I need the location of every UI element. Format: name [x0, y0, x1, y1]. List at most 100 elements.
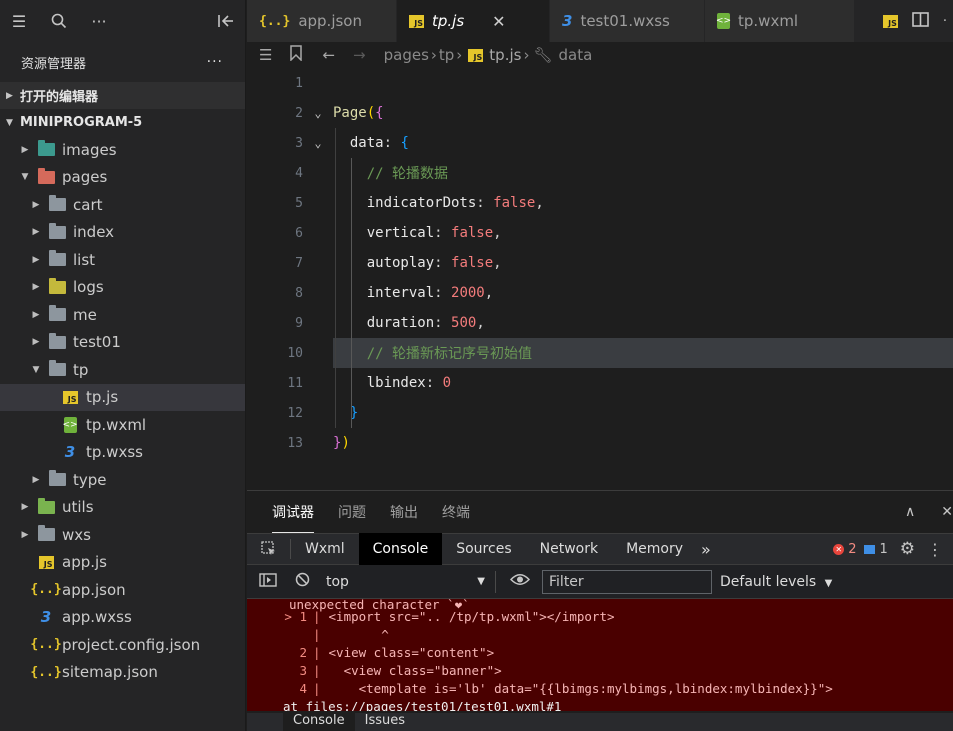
tree-item-type[interactable]: ▶ type [0, 466, 245, 494]
chevron-right-icon: ▶ [32, 254, 40, 265]
explorer-more-icon[interactable]: ··· [207, 54, 223, 70]
code-line[interactable]: 4 // 轮播数据 [247, 158, 953, 188]
line-number: 8 [295, 285, 303, 301]
close-panel-icon[interactable]: ✕ [941, 504, 953, 520]
line-number: 13 [287, 435, 303, 451]
line-number: 1 [295, 75, 303, 91]
tab-test01-wxss[interactable]: 3 test01.wxss [550, 0, 705, 42]
devtools-tab-wxml[interactable]: Wxml [291, 533, 359, 565]
folder-open-icon [48, 360, 66, 377]
tree-item-tp-wxml[interactable]: <> tp.wxml [0, 411, 245, 439]
breadcrumb-symbol[interactable]: data [559, 46, 593, 64]
breadcrumb-file[interactable]: tp.js [489, 46, 521, 64]
js-file-icon[interactable]: JS [882, 14, 898, 28]
code-line[interactable]: 6 vertical: false, [247, 218, 953, 248]
tree-item-app-wxss[interactable]: 3 app.wxss [0, 604, 245, 632]
tree-item-tp-js[interactable]: JS tp.js [0, 383, 245, 411]
tree-item-utils[interactable]: ▶ utils [0, 494, 245, 522]
drawer-tab-issues[interactable]: Issues [355, 713, 415, 731]
tree-item-test01[interactable]: ▶ test01 [0, 329, 245, 357]
tree-item-label: utils [62, 498, 94, 517]
devtools-tab-console[interactable]: Console [358, 533, 443, 565]
devtools-tab-memory[interactable]: Memory [612, 533, 697, 565]
chevron-up-icon[interactable]: ∧ [905, 504, 915, 520]
tree-item-index[interactable]: ▶ index [0, 219, 245, 247]
tab-label: test01.wxss [580, 12, 670, 30]
tree-item-project-config-json[interactable]: {..} project.config.json [0, 631, 245, 659]
kebab-menu-icon[interactable]: ⋮ [927, 540, 943, 559]
log-levels-select[interactable]: Default levels ▼ [720, 574, 832, 590]
code-line[interactable]: 11 lbindex: 0 [247, 368, 953, 398]
menu-icon[interactable]: ☰ [8, 10, 30, 32]
panel-tab-problems[interactable]: 问题 [338, 491, 366, 533]
breadcrumb-part-1[interactable]: tp [439, 46, 454, 64]
tree-item-pages[interactable]: ▼ pages [0, 164, 245, 192]
code-line[interactable]: 1 [247, 68, 953, 98]
console-output[interactable]: unexpected character `❤` > 1 | <import src=… [247, 599, 953, 711]
tree-item-logs[interactable]: ▶ logs [0, 274, 245, 302]
tree-item-images[interactable]: ▶ images [0, 136, 245, 164]
code-line[interactable]: 13}) [247, 428, 953, 458]
code-line[interactable]: 5 indicatorDots: false, [247, 188, 953, 218]
tree-item-app-js[interactable]: JS app.js [0, 549, 245, 577]
wxss-file-icon: 3 [40, 608, 52, 627]
back-arrow-icon[interactable]: ← [322, 46, 335, 64]
search-icon[interactable] [48, 10, 70, 32]
tree-item-tp[interactable]: ▼ tp [0, 356, 245, 384]
error-count-badge[interactable]: ✕ 2 1 [833, 542, 888, 557]
tree-item-wxs[interactable]: ▶ wxs [0, 521, 245, 549]
tab-app-json[interactable]: {..} app.json [247, 0, 397, 42]
tab-tp-wxml[interactable]: <> tp.wxml [705, 0, 855, 42]
drawer-tab-console[interactable]: Console [283, 713, 355, 731]
open-editors-section[interactable]: ▶ 打开的编辑器 [0, 82, 245, 109]
breadcrumb: ☰ ← → pages › tp › JS tp.js › 🔧︎ data [247, 42, 953, 68]
bookmark-icon[interactable] [290, 45, 303, 65]
code-text: }) [333, 435, 350, 451]
list-icon[interactable]: ☰ [259, 46, 272, 64]
code-editor[interactable]: 1 2 ⌄ Page({3 ⌄ data: {4 // 轮播数据 5 indicatorD… [247, 68, 953, 488]
breadcrumb-part-0[interactable]: pages [384, 46, 429, 64]
tree-item-me[interactable]: ▶ me [0, 301, 245, 329]
line-number: 6 [295, 225, 303, 241]
tree-item-app-json[interactable]: {..} app.json [0, 576, 245, 604]
gear-icon[interactable]: ⚙ [900, 539, 915, 559]
devtools-tab-network[interactable]: Network [526, 533, 612, 565]
more-actions-icon[interactable]: · [943, 14, 947, 29]
code-line[interactable]: 10 // 轮播新标记序号初始值 [247, 338, 953, 368]
tree-item-cart[interactable]: ▶ cart [0, 191, 245, 219]
folder-logs-icon [48, 277, 66, 294]
tree-icon-wrap [47, 222, 67, 241]
code-line[interactable]: 12 } [247, 398, 953, 428]
more-icon[interactable]: ··· [88, 10, 110, 32]
more-tabs-icon[interactable]: » [697, 533, 715, 565]
panel-tab-output[interactable]: 输出 [390, 491, 418, 533]
filter-input[interactable] [542, 569, 712, 594]
code-line[interactable]: 7 autoplay: false, [247, 248, 953, 278]
code-line[interactable]: 3 ⌄ data: { [247, 128, 953, 158]
panel-tab-debugger[interactable]: 调试器 [272, 491, 314, 533]
code-line[interactable]: 9 duration: 500, [247, 308, 953, 338]
close-tab-icon[interactable]: ✕ [492, 12, 505, 31]
project-section[interactable]: ▼ MINIPROGRAM-5 [0, 109, 245, 136]
context-select[interactable]: top ▼ [326, 570, 496, 593]
eye-icon[interactable] [509, 573, 531, 590]
split-editor-icon[interactable] [912, 11, 929, 31]
forward-arrow-icon[interactable]: → [353, 46, 366, 64]
fold-chevron-icon[interactable]: ⌄ [303, 106, 333, 120]
inspect-element-icon[interactable] [247, 539, 291, 559]
breadcrumb-sep-icon: › [430, 46, 437, 64]
sidebar-toggle-icon[interactable] [259, 572, 277, 591]
panel-tab-terminal[interactable]: 终端 [442, 491, 470, 533]
chevron-right-icon: ▶ [32, 309, 40, 320]
clear-console-icon[interactable] [295, 572, 310, 591]
code-line[interactable]: 8 interval: 2000, [247, 278, 953, 308]
tree-item-tp-wxss[interactable]: 3 tp.wxss [0, 439, 245, 467]
tree-item-sitemap-json[interactable]: {..} sitemap.json [0, 659, 245, 687]
tree-item-list[interactable]: ▶ list [0, 246, 245, 274]
tab-tp-js[interactable]: JS tp.js ✕ [397, 0, 550, 42]
code-line[interactable]: 2 ⌄ Page({ [247, 98, 953, 128]
fold-chevron-icon[interactable]: ⌄ [303, 136, 333, 150]
collapse-sidebar-icon[interactable] [215, 10, 237, 32]
tab-icon-wrap: 3 [562, 12, 572, 30]
devtools-tab-sources[interactable]: Sources [442, 533, 525, 565]
